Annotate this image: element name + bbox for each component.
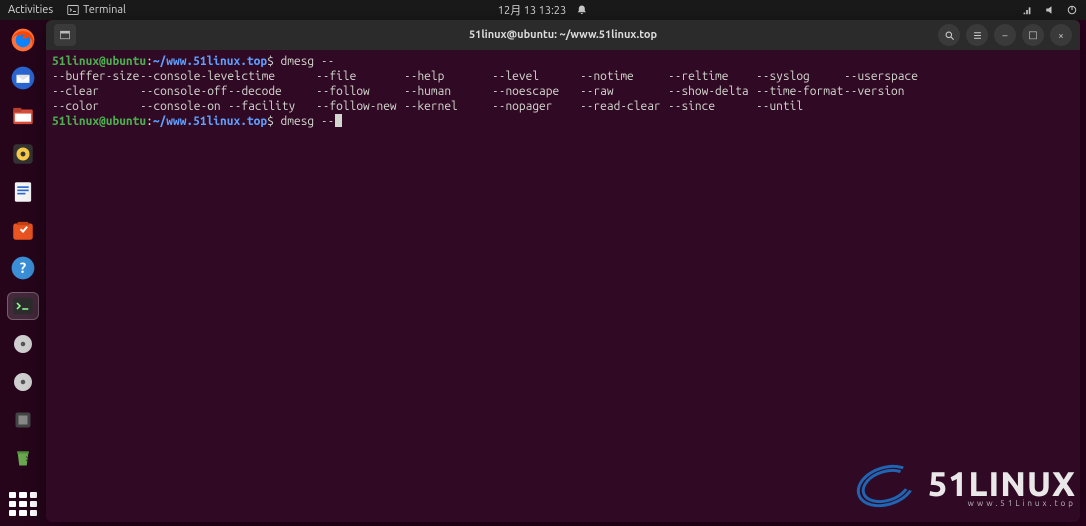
maximize-button[interactable]: □ xyxy=(1022,24,1044,46)
app-menu[interactable]: Terminal xyxy=(67,4,126,16)
prompt-user: 51linux@ubuntu xyxy=(52,115,146,128)
flag-item: --file xyxy=(316,69,404,84)
flag-item: --syslog xyxy=(756,69,844,84)
dock-disc1[interactable] xyxy=(7,330,39,358)
dock-disc2[interactable] xyxy=(7,368,39,396)
flag-item: --follow-new xyxy=(316,99,404,114)
flag-item: --userspace xyxy=(844,69,932,84)
new-tab-button[interactable] xyxy=(54,24,76,46)
clock[interactable]: 12月 13 13:23 xyxy=(498,2,566,18)
volume-icon[interactable] xyxy=(1044,4,1056,16)
flag-item: --human xyxy=(404,84,492,99)
command-line-2: dmesg -- xyxy=(281,115,335,128)
cursor xyxy=(335,114,342,127)
close-button[interactable]: × xyxy=(1050,24,1072,46)
terminal-icon xyxy=(67,4,79,16)
flag-item xyxy=(844,99,932,114)
dock-firefox[interactable] xyxy=(7,26,39,54)
top-panel: Activities Terminal 12月 13 13:23 xyxy=(0,0,1086,20)
terminal-body[interactable]: 51linux@ubuntu:~/www.51linux.top$ dmesg … xyxy=(46,50,1080,522)
flag-item: --ctime xyxy=(228,69,316,84)
flag-item: --reltime xyxy=(668,69,756,84)
power-icon[interactable] xyxy=(1066,4,1078,16)
flag-item: --color xyxy=(52,99,140,114)
dock-rhythmbox[interactable] xyxy=(7,140,39,168)
flag-item: --follow xyxy=(316,84,404,99)
flag-item: --read-clear xyxy=(580,99,668,114)
flag-item: --nopager xyxy=(492,99,580,114)
prompt-path: ~/www.51linux.top xyxy=(153,55,267,68)
flag-item: --raw xyxy=(580,84,668,99)
flag-item: --level xyxy=(492,69,580,84)
dock-thunderbird[interactable] xyxy=(7,64,39,92)
dock-writer[interactable] xyxy=(7,178,39,206)
window-title: 51linux@ubuntu: ~/www.51linux.top xyxy=(469,29,657,41)
flag-item: --time-format xyxy=(756,84,844,99)
flag-item: --console-level xyxy=(140,69,228,84)
app-menu-label: Terminal xyxy=(83,4,126,16)
svg-text:?: ? xyxy=(20,258,27,275)
flag-item: --help xyxy=(404,69,492,84)
dock-tool[interactable] xyxy=(7,406,39,434)
dock-files[interactable] xyxy=(7,102,39,130)
hamburger-icon xyxy=(972,30,983,41)
network-icon[interactable] xyxy=(1020,4,1034,16)
titlebar: 51linux@ubuntu: ~/www.51linux.top – □ × xyxy=(46,20,1080,50)
search-button[interactable] xyxy=(938,24,960,46)
tab-icon xyxy=(59,29,71,41)
dock-help[interactable]: ? xyxy=(7,254,39,282)
prompt-symbol: $ xyxy=(267,55,274,68)
prompt-sep: : xyxy=(146,55,153,68)
activities-button[interactable]: Activities xyxy=(8,4,53,16)
show-applications[interactable] xyxy=(9,492,37,516)
flag-item: --since xyxy=(668,99,756,114)
flag-item: --clear xyxy=(52,84,140,99)
flag-item: --show-delta xyxy=(668,84,756,99)
flag-item: --notime xyxy=(580,69,668,84)
search-icon xyxy=(944,30,955,41)
prompt-sep: : xyxy=(146,115,153,128)
prompt-user: 51linux@ubuntu xyxy=(52,55,146,68)
activities-label: Activities xyxy=(8,4,53,16)
flag-item: --noescape xyxy=(492,84,580,99)
flag-item: --kernel xyxy=(404,99,492,114)
notifications-icon[interactable] xyxy=(576,4,588,16)
minimize-button[interactable]: – xyxy=(994,24,1016,46)
flag-item: --buffer-size xyxy=(52,69,140,84)
dock-software[interactable] xyxy=(7,216,39,244)
flag-item: --console-off xyxy=(140,84,228,99)
flag-item: --version xyxy=(844,84,932,99)
prompt-path: ~/www.51linux.top xyxy=(153,115,267,128)
completion-list: --buffer-size--console-level--ctime--fil… xyxy=(52,69,1074,114)
flag-item: --facility xyxy=(228,99,316,114)
menu-button[interactable] xyxy=(966,24,988,46)
flag-item: --decode xyxy=(228,84,316,99)
terminal-window: 51linux@ubuntu: ~/www.51linux.top – □ × … xyxy=(46,20,1080,522)
dock-terminal[interactable] xyxy=(7,292,39,320)
flag-item: --until xyxy=(756,99,844,114)
command-line-1: dmesg -- xyxy=(281,55,335,68)
prompt-symbol: $ xyxy=(267,115,274,128)
flag-item: --console-on xyxy=(140,99,228,114)
dock: ? xyxy=(0,20,46,526)
dock-trash[interactable] xyxy=(7,444,39,472)
